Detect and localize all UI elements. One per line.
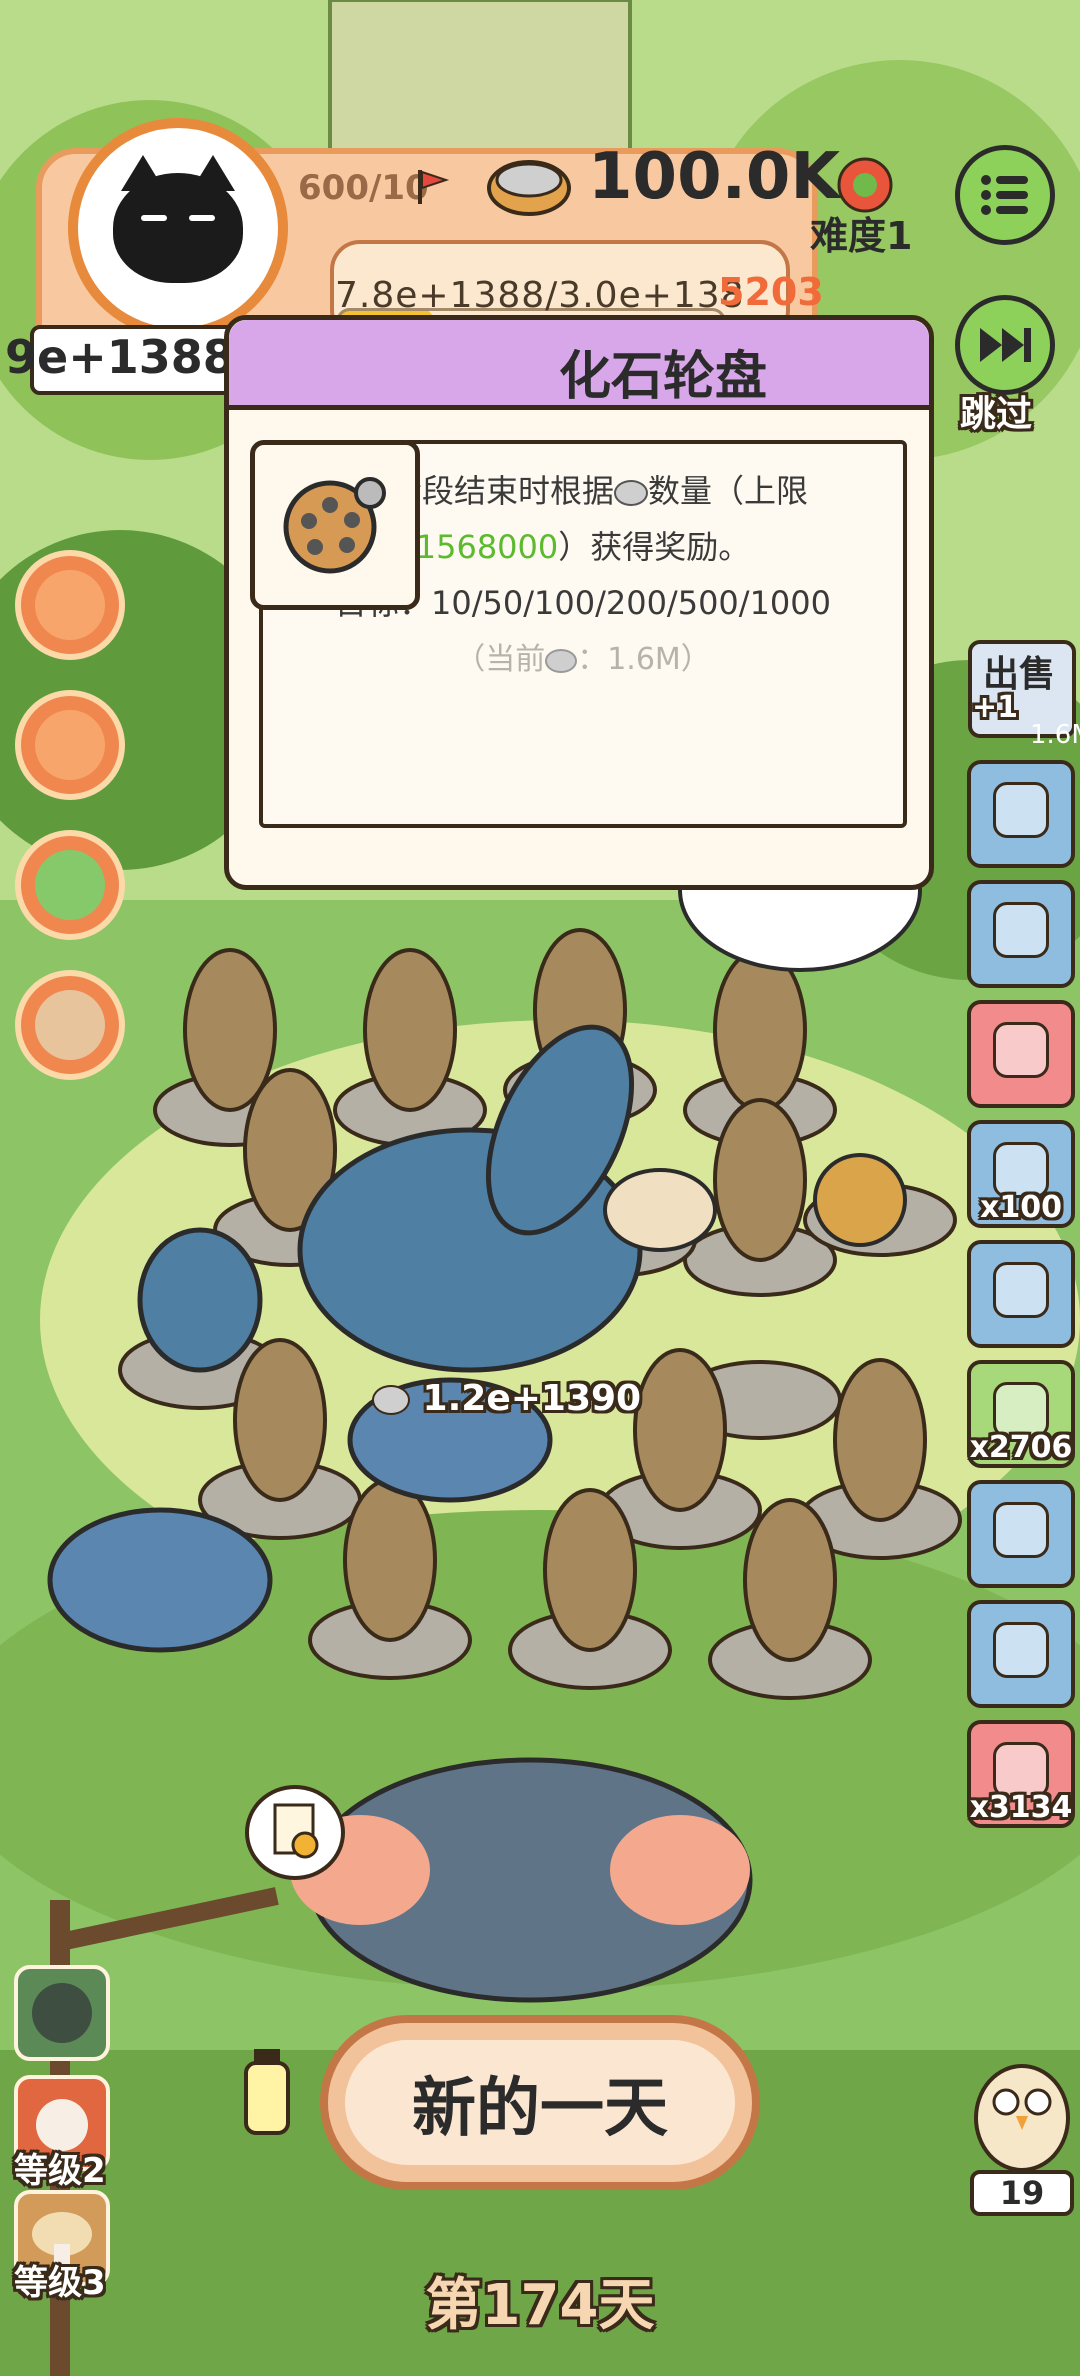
owl-icon (974, 2064, 1070, 2172)
day-counter: 第174天 (425, 2273, 655, 2338)
side-button-fish[interactable] (15, 550, 125, 660)
inventory-item-fossil-jar[interactable] (967, 760, 1075, 868)
straw-hut-icon (993, 1622, 1049, 1678)
new-day-button[interactable]: 新的一天 (320, 2015, 760, 2190)
sell-reward: +1 (972, 690, 1019, 725)
certificate-bubble[interactable] (245, 1785, 345, 1880)
panel-limit: 1568000 (415, 528, 559, 566)
panel-current: （当前 ：1.6M） (263, 634, 903, 678)
lantern-icon (232, 2045, 302, 2155)
list-icon (981, 175, 1028, 215)
fossil-wheel-icon (283, 477, 386, 574)
difficulty-label[interactable]: 难度1 (810, 205, 912, 260)
new-day-inner: 新的一天 (345, 2040, 735, 2165)
coin-icon (485, 150, 573, 220)
owl-button[interactable]: 19 (968, 2040, 1076, 2220)
sell-amount: 1.6M (1030, 720, 1080, 750)
player-avatar[interactable] (68, 118, 288, 338)
black-cat-icon (113, 155, 243, 283)
inventory-item-crate-stand[interactable] (967, 1480, 1075, 1588)
fossil-jar-icon (993, 782, 1049, 838)
inventory-item-straw-hut[interactable] (967, 1600, 1075, 1708)
fossil-coin-icon (545, 648, 578, 673)
new-day-label: 新的一天 (412, 2071, 668, 2146)
damage-text: 1.2e+1390 (422, 1378, 642, 1419)
crate-stand-icon (993, 1502, 1049, 1558)
hp-badge: 5203 (718, 270, 824, 314)
panel-current-prefix: （当前 (455, 642, 546, 677)
inventory-item-feather[interactable] (967, 1240, 1075, 1348)
panel-title: 化石轮盘 (559, 347, 768, 407)
certificate-icon (273, 1803, 319, 1859)
panel-line2-text: ）获得奖励。 (558, 528, 751, 566)
feather-icon (993, 1262, 1049, 1318)
skip-button[interactable] (955, 295, 1055, 395)
camera-icon (993, 902, 1049, 958)
side-button-pot[interactable] (15, 690, 125, 800)
power-value: 9e+1388 (5, 330, 235, 384)
box-icon (35, 990, 105, 1060)
inventory-count: x3134 (969, 1790, 1073, 1825)
hp-text: 7.8e+1388/3.0e+138 (335, 275, 745, 316)
pot-icon (35, 710, 105, 780)
owl-count: 19 (970, 2170, 1074, 2216)
fossil-coin-icon (614, 480, 648, 506)
inventory-count: x100 (980, 1190, 1062, 1225)
dark-egg-icon (32, 1983, 92, 2043)
inventory-item-camera[interactable] (967, 880, 1075, 988)
coin-amount: 100.0K (588, 140, 841, 214)
fish-icon (35, 570, 105, 640)
level2-label: 等级2 (14, 2151, 106, 2191)
bottom-left-button-1[interactable] (14, 1965, 110, 2061)
inventory-item-green-egg[interactable] (967, 1000, 1075, 1108)
fast-forward-icon (980, 328, 1031, 362)
flag-icon (412, 166, 452, 206)
inventory-count: x2706 (969, 1430, 1073, 1465)
skip-label[interactable]: 跳过 (960, 385, 1032, 437)
menu-button[interactable] (955, 145, 1055, 245)
panel-line1-b: 数量（上限 (648, 472, 809, 510)
game-device-icon (35, 850, 105, 920)
fossil-wheel-icon-box (250, 440, 420, 610)
panel-current-suffix: ：1.6M） (577, 642, 711, 677)
fossil-coin-icon (372, 1385, 410, 1415)
side-button-device[interactable] (15, 830, 125, 940)
side-button-box[interactable] (15, 970, 125, 1080)
damage-value: 1.2e+1390 (372, 1378, 641, 1419)
flag-count: 600/10 (298, 168, 429, 208)
green-egg-icon (993, 1022, 1049, 1078)
